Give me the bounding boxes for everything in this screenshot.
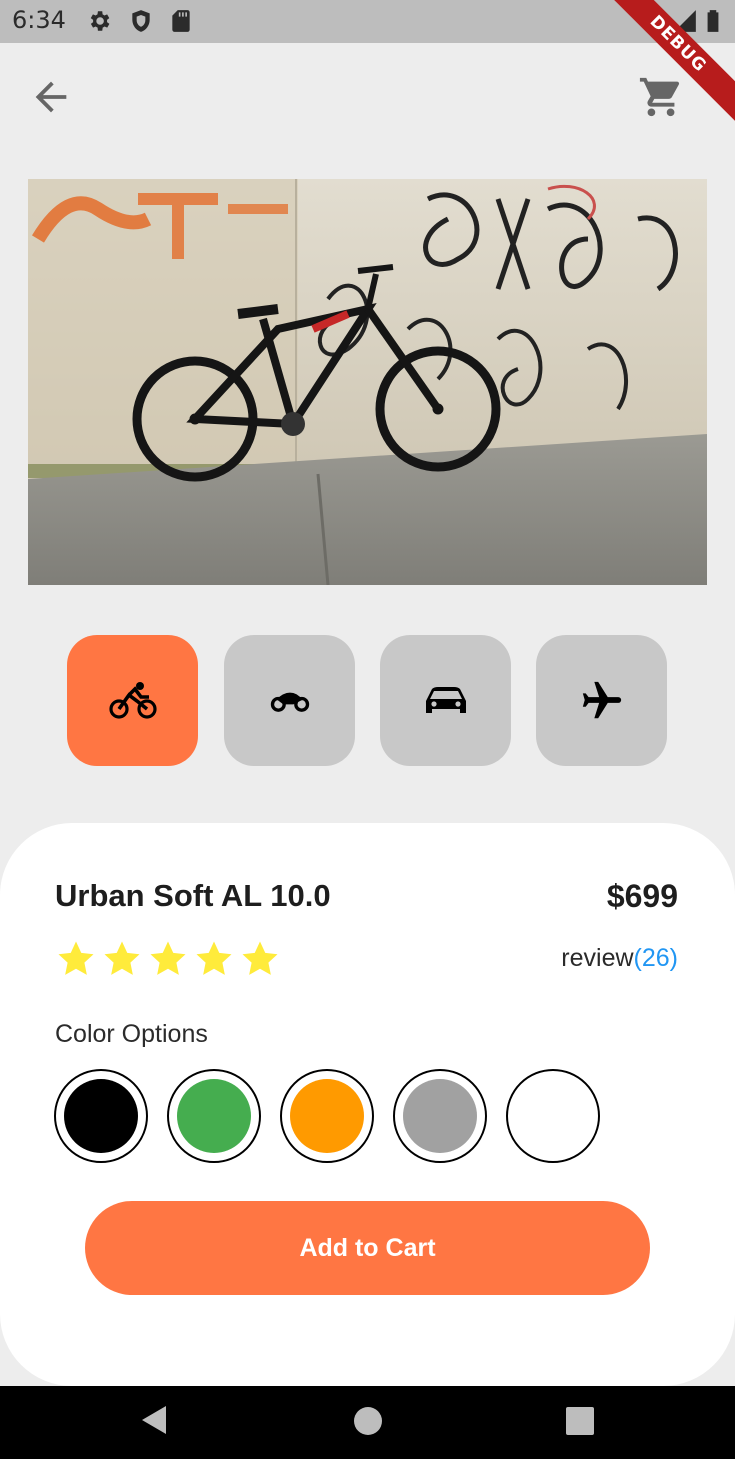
star-icon xyxy=(242,941,278,975)
star-icon xyxy=(196,941,232,975)
product-image xyxy=(28,179,707,585)
rating-stars xyxy=(55,938,281,982)
bicycle-icon xyxy=(108,681,157,719)
star-icon xyxy=(104,941,140,975)
system-nav-bar xyxy=(0,1386,735,1459)
nav-recents-icon[interactable] xyxy=(566,1407,594,1435)
nav-home-icon[interactable] xyxy=(353,1406,383,1436)
nav-back-icon[interactable] xyxy=(138,1404,168,1436)
status-time: 6:34 xyxy=(12,6,66,34)
motorcycle-icon xyxy=(270,692,309,712)
category-bicycle[interactable] xyxy=(67,635,198,766)
color-fill xyxy=(64,1079,138,1153)
sd-card-icon xyxy=(172,10,190,32)
product-price: $699 xyxy=(606,878,678,914)
color-options-label: Color Options xyxy=(55,1020,208,1048)
color-swatch-green[interactable] xyxy=(167,1069,261,1163)
shield-icon xyxy=(132,10,150,32)
add-to-cart-button[interactable]: Add to Cart xyxy=(85,1201,650,1295)
color-fill xyxy=(516,1079,590,1153)
shopping-cart-icon[interactable] xyxy=(638,74,684,120)
airplane-icon xyxy=(582,681,621,718)
review-label: review xyxy=(561,944,634,972)
star-icon xyxy=(58,941,94,975)
color-swatch-gray[interactable] xyxy=(393,1069,487,1163)
color-fill xyxy=(403,1079,477,1153)
review-count-link[interactable]: (26) xyxy=(634,944,678,972)
color-swatch-black[interactable] xyxy=(54,1069,148,1163)
color-swatch-orange[interactable] xyxy=(280,1069,374,1163)
car-icon xyxy=(425,686,466,713)
review-summary: review(26) xyxy=(561,944,678,973)
color-fill xyxy=(290,1079,364,1153)
color-swatch-white[interactable] xyxy=(506,1069,600,1163)
bicycle-photo xyxy=(28,179,707,585)
category-airplane[interactable] xyxy=(536,635,667,766)
category-motorcycle[interactable] xyxy=(224,635,355,766)
category-car[interactable] xyxy=(380,635,511,766)
battery-icon xyxy=(707,10,719,32)
back-arrow-icon[interactable] xyxy=(28,74,74,120)
product-name: Urban Soft AL 10.0 xyxy=(55,878,331,913)
star-icon xyxy=(150,941,186,975)
settings-icon xyxy=(90,11,110,31)
color-fill xyxy=(177,1079,251,1153)
